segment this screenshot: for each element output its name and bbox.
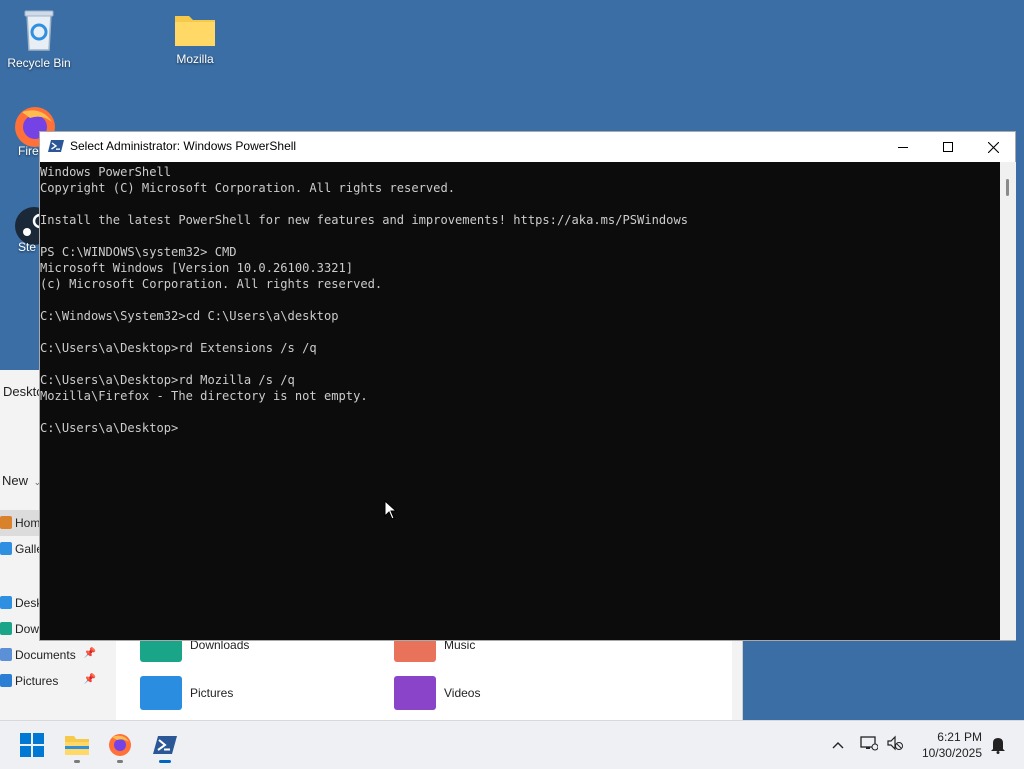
close-button[interactable]: [970, 132, 1016, 162]
taskbar-file-explorer[interactable]: [57, 725, 97, 765]
network-icon: [860, 735, 879, 750]
file-explorer-icon: [65, 736, 89, 755]
powershell-icon: [48, 140, 64, 152]
minimize-icon: [898, 147, 908, 148]
clock-time: 6:21 PM: [937, 730, 982, 744]
downloads-icon: [0, 622, 12, 635]
home-icon: [0, 516, 12, 529]
recycle-bin-icon: [24, 10, 54, 51]
maximize-icon: [943, 142, 953, 152]
breadcrumb[interactable]: Deskto: [3, 384, 43, 399]
system-tray: [828, 721, 904, 769]
taskbar-firefox[interactable]: [100, 725, 140, 765]
clock-date: 10/30/2025: [921, 746, 982, 760]
console-output[interactable]: Windows PowerShell Copyright (C) Microso…: [40, 162, 1000, 640]
scrollbar-thumb[interactable]: [1006, 179, 1009, 196]
windows-logo-icon: [20, 733, 44, 757]
show-hidden-icons-button[interactable]: [828, 736, 848, 754]
desktop-icon-recycle-bin[interactable]: Recycle Bin: [0, 8, 79, 70]
taskbar: 6:21 PM 10/30/2025: [0, 720, 1024, 769]
vertical-scrollbar[interactable]: [1000, 162, 1016, 640]
notification-bell-icon: [991, 738, 1005, 754]
videos-folder-icon: [394, 676, 436, 710]
window-title: Select Administrator: Windows PowerShell: [70, 139, 297, 153]
running-indicator: [117, 760, 123, 763]
powershell-window[interactable]: Select Administrator: Windows PowerShell…: [39, 131, 1016, 641]
folder-label: Pictures: [190, 686, 234, 700]
documents-icon: [0, 648, 12, 661]
gallery-icon: [0, 542, 12, 555]
mouse-cursor-icon: [384, 500, 398, 520]
new-button-label: New: [2, 473, 29, 488]
pin-icon: 📌: [83, 674, 96, 685]
desktop-icon: [0, 596, 12, 609]
desktop-icon-mozilla-folder[interactable]: Mozilla: [155, 12, 235, 66]
close-icon: [987, 141, 999, 153]
maximize-button[interactable]: [925, 132, 971, 162]
volume-button[interactable]: [886, 735, 904, 756]
folder-icon: [175, 16, 215, 46]
folder-pictures[interactable]: Pictures: [140, 676, 233, 710]
folder-label: Videos: [444, 686, 481, 700]
running-indicator: [74, 760, 80, 763]
clock[interactable]: 6:21 PM 10/30/2025: [922, 729, 982, 761]
pin-icon: 📌: [83, 648, 96, 659]
start-button[interactable]: [12, 725, 52, 765]
new-button[interactable]: New ⌄: [2, 473, 41, 488]
folder-videos[interactable]: Videos: [394, 676, 480, 710]
title-bar[interactable]: Select Administrator: Windows PowerShell: [40, 132, 1015, 162]
chevron-up-icon: [832, 742, 844, 749]
firefox-icon: [109, 734, 131, 756]
taskbar-powershell[interactable]: [145, 725, 185, 765]
volume-muted-icon: [887, 735, 903, 750]
notifications-button[interactable]: [990, 736, 1006, 759]
pictures-icon: [0, 674, 12, 687]
network-button[interactable]: [860, 735, 879, 756]
sidebar-item-documents[interactable]: Documents 📌: [0, 642, 110, 668]
sidebar-item-label: Documents: [15, 648, 76, 662]
active-indicator: [159, 760, 171, 763]
console-text: Windows PowerShell Copyright (C) Microso…: [40, 165, 689, 435]
sidebar-item-label: Hom: [15, 516, 41, 530]
pictures-folder-icon: [140, 676, 182, 710]
mozilla-folder-label: Mozilla: [176, 52, 214, 66]
powershell-icon: [153, 736, 177, 754]
sidebar-item-label: Pictures: [15, 674, 59, 688]
sidebar-item-pictures[interactable]: Pictures 📌: [0, 668, 110, 694]
recycle-bin-label: Recycle Bin: [7, 56, 71, 70]
minimize-button[interactable]: [880, 132, 926, 162]
